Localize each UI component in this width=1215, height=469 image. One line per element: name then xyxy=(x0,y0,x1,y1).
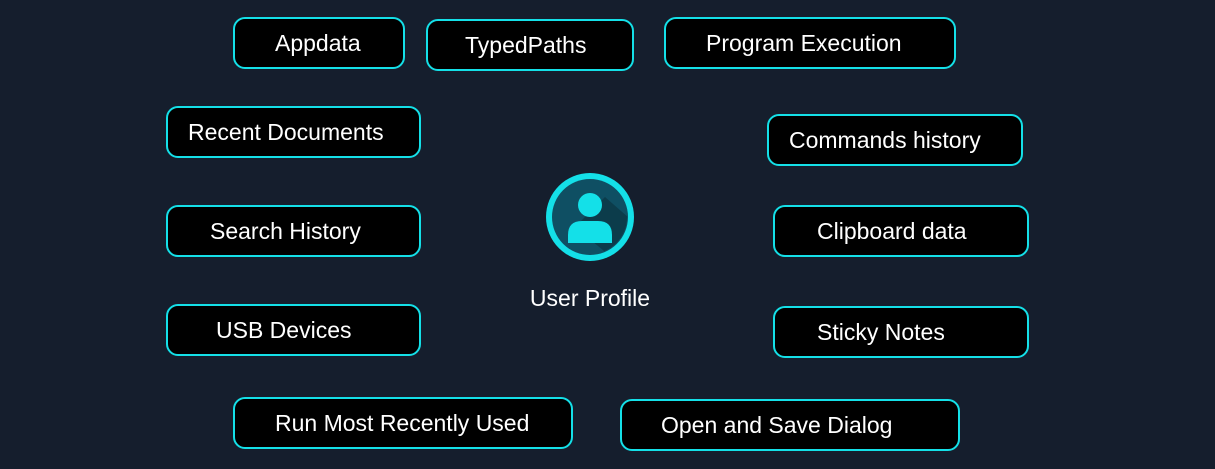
node-run-mru: Run Most Recently Used xyxy=(233,397,573,449)
node-commands-history: Commands history xyxy=(767,114,1023,166)
node-program-execution: Program Execution xyxy=(664,17,956,69)
node-sticky-notes: Sticky Notes xyxy=(773,306,1029,358)
center-label: User Profile xyxy=(529,285,651,311)
node-appdata: Appdata xyxy=(233,17,405,69)
node-label: Recent Documents xyxy=(188,119,384,145)
user-profile-icon xyxy=(545,172,635,262)
node-usb-devices: USB Devices xyxy=(166,304,421,356)
node-label: Sticky Notes xyxy=(817,319,945,345)
node-typedpaths: TypedPaths xyxy=(426,19,634,71)
node-label: Commands history xyxy=(789,127,981,153)
node-label: Run Most Recently Used xyxy=(275,410,530,436)
node-label: Open and Save Dialog xyxy=(661,412,893,438)
node-search-history: Search History xyxy=(166,205,421,257)
node-label: Appdata xyxy=(275,30,361,56)
node-clipboard-data: Clipboard data xyxy=(773,205,1029,257)
node-label: Search History xyxy=(210,218,361,244)
node-label: Clipboard data xyxy=(817,218,967,244)
node-recent-documents: Recent Documents xyxy=(166,106,421,158)
node-label: USB Devices xyxy=(216,317,352,343)
node-open-save-dialog: Open and Save Dialog xyxy=(620,399,960,451)
node-label: Program Execution xyxy=(706,30,902,56)
node-label: TypedPaths xyxy=(465,32,587,58)
